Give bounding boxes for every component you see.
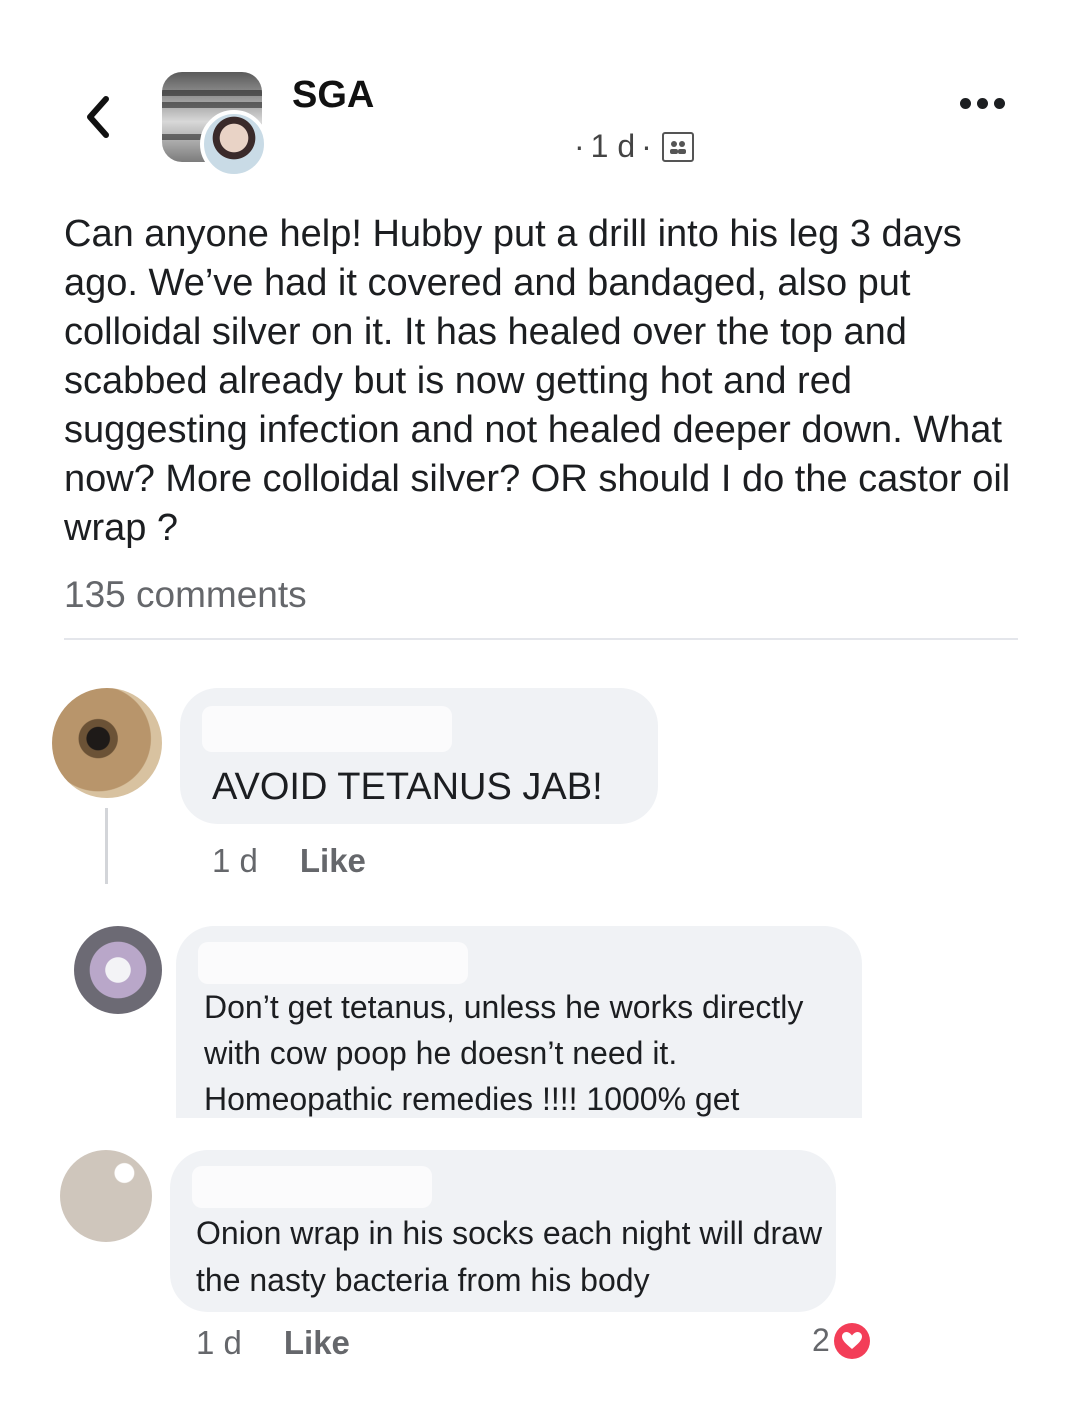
comment-text: AVOID TETANUS JAB! (212, 766, 603, 808)
comment-bubble: AVOID TETANUS JAB! (180, 688, 658, 824)
divider (64, 638, 1018, 640)
meta-separator: · (641, 128, 652, 164)
thread-line (105, 808, 108, 884)
reaction-count: 2 (812, 1322, 830, 1358)
redacted-commenter-name (192, 1166, 432, 1208)
heart-icon (833, 1322, 870, 1359)
redacted-commenter-name (202, 706, 452, 752)
comment-bubble: Onion wrap in his socks each night will … (170, 1150, 836, 1312)
author-avatar[interactable] (200, 110, 268, 178)
commenter-avatar[interactable] (74, 926, 162, 1014)
group-members-icon (661, 131, 694, 162)
commenter-avatar[interactable] (52, 688, 162, 798)
like-button[interactable]: Like (284, 1324, 350, 1362)
author-name[interactable]: SGA (292, 74, 374, 117)
comment-actions: 1 d Like (212, 842, 366, 880)
post-meta: · 1 d · (574, 128, 694, 165)
post-view: SGA · 1 d · Can anyone help! Hubby put a… (0, 0, 1080, 1409)
commenter-avatar[interactable] (60, 1150, 152, 1242)
post-text: Can anyone help! Hubby put a drill into … (64, 213, 1011, 549)
comment-text: Don’t get tetanus, unless he works direc… (204, 989, 804, 1117)
chevron-left-icon (87, 96, 109, 138)
more-options-icon[interactable] (960, 98, 1005, 109)
comment-reactions[interactable]: 2 (812, 1322, 870, 1359)
like-button[interactable]: Like (300, 842, 366, 880)
redacted-commenter-name (198, 942, 468, 984)
comment-text: Onion wrap in his socks each night will … (196, 1215, 823, 1298)
meta-separator: · (574, 128, 585, 164)
comment-actions: 1 d Like (196, 1324, 350, 1362)
back-button[interactable] (72, 92, 122, 142)
comment-time[interactable]: 1 d (212, 842, 258, 880)
comment-bubble: Don’t get tetanus, unless he works direc… (176, 926, 862, 1118)
post-timestamp[interactable]: 1 d (591, 128, 635, 165)
comment-count[interactable]: 135 comments (64, 574, 307, 616)
comment-time[interactable]: 1 d (196, 1324, 242, 1362)
